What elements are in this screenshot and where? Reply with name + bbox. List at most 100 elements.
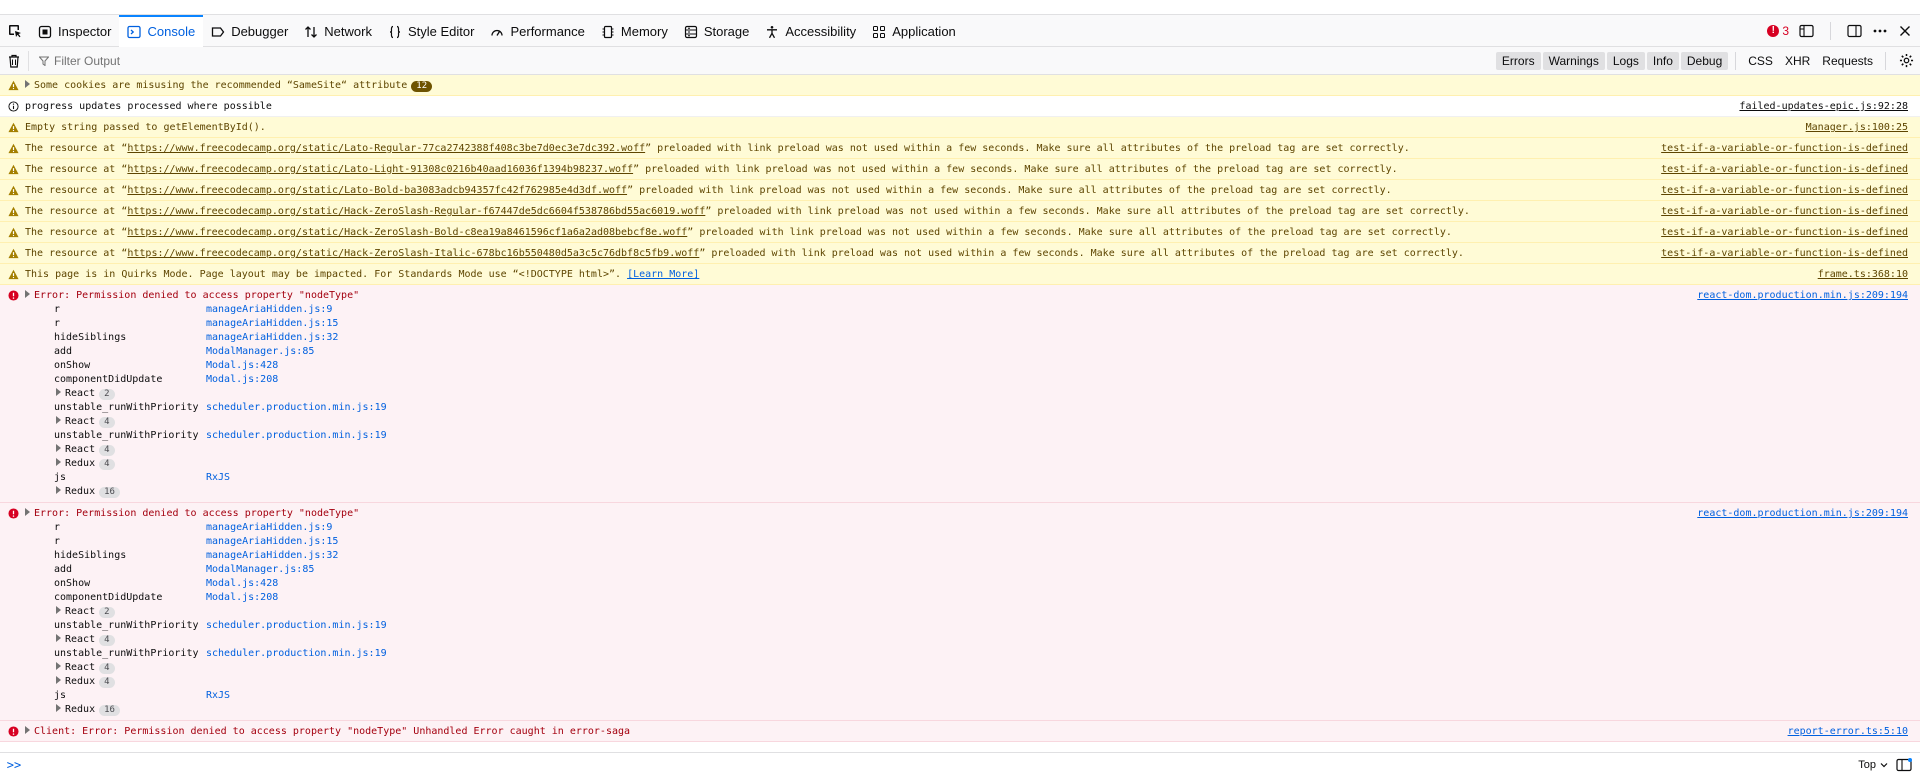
more-options-icon[interactable] <box>1872 24 1888 38</box>
console-settings-button[interactable] <box>1892 53 1920 68</box>
expand-arrow-icon[interactable] <box>25 80 30 88</box>
error-count-button[interactable]: ! 3 <box>1767 24 1789 38</box>
tab-inspector[interactable]: Inspector <box>30 15 119 47</box>
source-location-link[interactable]: test-if-a-variable-or-function-is-define… <box>1661 142 1908 155</box>
collapsed-frame-group[interactable]: React 4 <box>54 443 1908 457</box>
stack-frame[interactable]: unstable_runWithPriority scheduler.produc… <box>54 619 1908 633</box>
frame-source-link[interactable]: scheduler.production.min.js:19 <box>206 401 387 415</box>
frame-source-link[interactable]: Modal.js:208 <box>206 373 278 387</box>
console-log-message[interactable]: progress updates processed where possibl… <box>0 96 1920 117</box>
editor-mode-icon[interactable] <box>1896 757 1912 772</box>
frame-source-link[interactable]: RxJS <box>206 689 230 703</box>
frame-source-link[interactable]: manageAriaHidden.js:32 <box>206 331 338 345</box>
learn-more-link[interactable]: [Learn More] <box>627 269 699 280</box>
filter-debug-button[interactable]: Debug <box>1680 51 1729 70</box>
stack-frame[interactable]: onShow Modal.js:428 <box>54 577 1908 591</box>
frame-source-link[interactable]: manageAriaHidden.js:9 <box>206 303 332 317</box>
tab-style-editor[interactable]: Style Editor <box>380 15 482 47</box>
expand-arrow-icon[interactable] <box>25 726 30 734</box>
console-warning-message[interactable]: The resource at “https://www.freecodecam… <box>0 159 1920 180</box>
source-location-link[interactable]: failed-updates-epic.js:92:28 <box>1739 100 1908 113</box>
source-location-link[interactable]: test-if-a-variable-or-function-is-define… <box>1661 184 1908 197</box>
filter-info-button[interactable]: Info <box>1646 51 1679 70</box>
console-warning-message[interactable]: The resource at “https://www.freecodecam… <box>0 201 1920 222</box>
stack-frame[interactable]: add ModalManager.js:85 <box>54 345 1908 359</box>
collapsed-frame-group[interactable]: Redux 16 <box>54 703 1908 717</box>
collapsed-frame-group[interactable]: Redux 16 <box>54 485 1908 499</box>
stack-frame[interactable]: r manageAriaHidden.js:9 <box>54 521 1908 535</box>
stack-frame[interactable]: componentDidUpdate Modal.js:208 <box>54 591 1908 605</box>
source-location-link[interactable]: test-if-a-variable-or-function-is-define… <box>1661 247 1908 260</box>
frame-source-link[interactable]: manageAriaHidden.js:32 <box>206 549 338 563</box>
filter-requests-button[interactable]: Requests <box>1816 52 1879 70</box>
tab-accessibility[interactable]: Accessibility <box>757 15 864 47</box>
filter-errors-button[interactable]: Errors <box>1495 51 1541 70</box>
resource-url-link[interactable]: https://www.freecodecamp.org/static/Lato… <box>127 143 645 154</box>
resource-url-link[interactable]: https://www.freecodecamp.org/static/Hack… <box>127 227 687 238</box>
frame-source-link[interactable]: scheduler.production.min.js:19 <box>206 429 387 443</box>
source-location-link[interactable]: test-if-a-variable-or-function-is-define… <box>1661 205 1908 218</box>
tab-console[interactable]: Console <box>119 14 204 47</box>
source-location-link[interactable]: Manager.js:100:25 <box>1806 121 1908 134</box>
tab-storage[interactable]: Storage <box>676 15 758 47</box>
stack-frame[interactable]: unstable_runWithPriority scheduler.produc… <box>54 647 1908 661</box>
source-location-link[interactable]: react-dom.production.min.js:209:194 <box>1697 289 1908 302</box>
frame-source-link[interactable]: scheduler.production.min.js:19 <box>206 647 387 661</box>
stack-frame[interactable]: r manageAriaHidden.js:15 <box>54 317 1908 331</box>
resource-url-link[interactable]: https://www.freecodecamp.org/static/Hack… <box>127 248 699 259</box>
stack-frame[interactable]: unstable_runWithPriority scheduler.produc… <box>54 401 1908 415</box>
collapsed-frame-group[interactable]: React 4 <box>54 661 1908 675</box>
console-input[interactable] <box>28 758 1859 771</box>
collapsed-frame-group[interactable]: Redux 4 <box>54 675 1908 689</box>
stack-frame[interactable]: onShow Modal.js:428 <box>54 359 1908 373</box>
close-icon[interactable] <box>1898 24 1912 38</box>
resource-url-link[interactable]: https://www.freecodecamp.org/static/Lato… <box>127 164 633 175</box>
console-warning-message[interactable]: The resource at “https://www.freecodecam… <box>0 138 1920 159</box>
collapsed-frame-group[interactable]: React 2 <box>54 605 1908 619</box>
tab-memory[interactable]: Memory <box>593 15 676 47</box>
stack-frame[interactable]: hideSiblings manageAriaHidden.js:32 <box>54 549 1908 563</box>
resource-url-link[interactable]: https://www.freecodecamp.org/static/Hack… <box>127 206 705 217</box>
console-warning-message[interactable]: Empty string passed to getElementById().… <box>0 117 1920 138</box>
frame-source-link[interactable]: scheduler.production.min.js:19 <box>206 619 387 633</box>
filter-logs-button[interactable]: Logs <box>1606 51 1645 70</box>
collapsed-frame-group[interactable]: React 4 <box>54 633 1908 647</box>
clear-console-button[interactable] <box>0 54 28 68</box>
console-warning-message[interactable]: The resource at “https://www.freecodecam… <box>0 180 1920 201</box>
frame-source-link[interactable]: ModalManager.js:85 <box>206 345 314 359</box>
stack-frame[interactable]: js RxJS <box>54 689 1908 703</box>
frame-source-link[interactable]: Modal.js:208 <box>206 591 278 605</box>
stack-frame[interactable]: hideSiblings manageAriaHidden.js:32 <box>54 331 1908 345</box>
resource-url-link[interactable]: https://www.freecodecamp.org/static/Lato… <box>127 185 627 196</box>
source-location-link[interactable]: test-if-a-variable-or-function-is-define… <box>1661 163 1908 176</box>
frame-source-link[interactable]: Modal.js:428 <box>206 359 278 373</box>
console-warning-message[interactable]: Some cookies are misusing the recommende… <box>0 75 1920 96</box>
frame-source-link[interactable]: manageAriaHidden.js:15 <box>206 535 338 549</box>
console-error-message[interactable]: Error: Permission denied to access prope… <box>0 285 1920 503</box>
collapsed-frame-group[interactable]: Redux 4 <box>54 457 1908 471</box>
stack-frame[interactable]: r manageAriaHidden.js:15 <box>54 535 1908 549</box>
stack-frame[interactable]: componentDidUpdate Modal.js:208 <box>54 373 1908 387</box>
expand-arrow-icon[interactable] <box>25 290 30 298</box>
filter-output-input[interactable] <box>54 53 354 68</box>
tab-application[interactable]: Application <box>864 15 964 47</box>
stack-frame[interactable]: add ModalManager.js:85 <box>54 563 1908 577</box>
frame-source-link[interactable]: manageAriaHidden.js:15 <box>206 317 338 331</box>
console-warning-message[interactable]: The resource at “https://www.freecodecam… <box>0 243 1920 264</box>
filter-css-button[interactable]: CSS <box>1742 52 1779 70</box>
stack-frame[interactable]: r manageAriaHidden.js:9 <box>54 303 1908 317</box>
collapsed-frame-group[interactable]: React 4 <box>54 415 1908 429</box>
frame-source-link[interactable]: manageAriaHidden.js:9 <box>206 521 332 535</box>
frame-source-link[interactable]: ModalManager.js:85 <box>206 563 314 577</box>
filter-xhr-button[interactable]: XHR <box>1779 52 1816 70</box>
tab-network[interactable]: Network <box>296 15 380 47</box>
source-location-link[interactable]: report-error.ts:5:10 <box>1788 725 1908 738</box>
frame-source-link[interactable]: RxJS <box>206 471 230 485</box>
dock-options-icon[interactable] <box>1847 24 1862 38</box>
context-selector[interactable]: Top <box>1858 759 1888 771</box>
filter-warnings-button[interactable]: Warnings <box>1542 51 1605 70</box>
stack-frame[interactable]: unstable_runWithPriority scheduler.produc… <box>54 429 1908 443</box>
console-warning-message[interactable]: The resource at “https://www.freecodecam… <box>0 222 1920 243</box>
console-error-message[interactable]: Error: Permission denied to access prope… <box>0 503 1920 721</box>
expand-arrow-icon[interactable] <box>25 508 30 516</box>
